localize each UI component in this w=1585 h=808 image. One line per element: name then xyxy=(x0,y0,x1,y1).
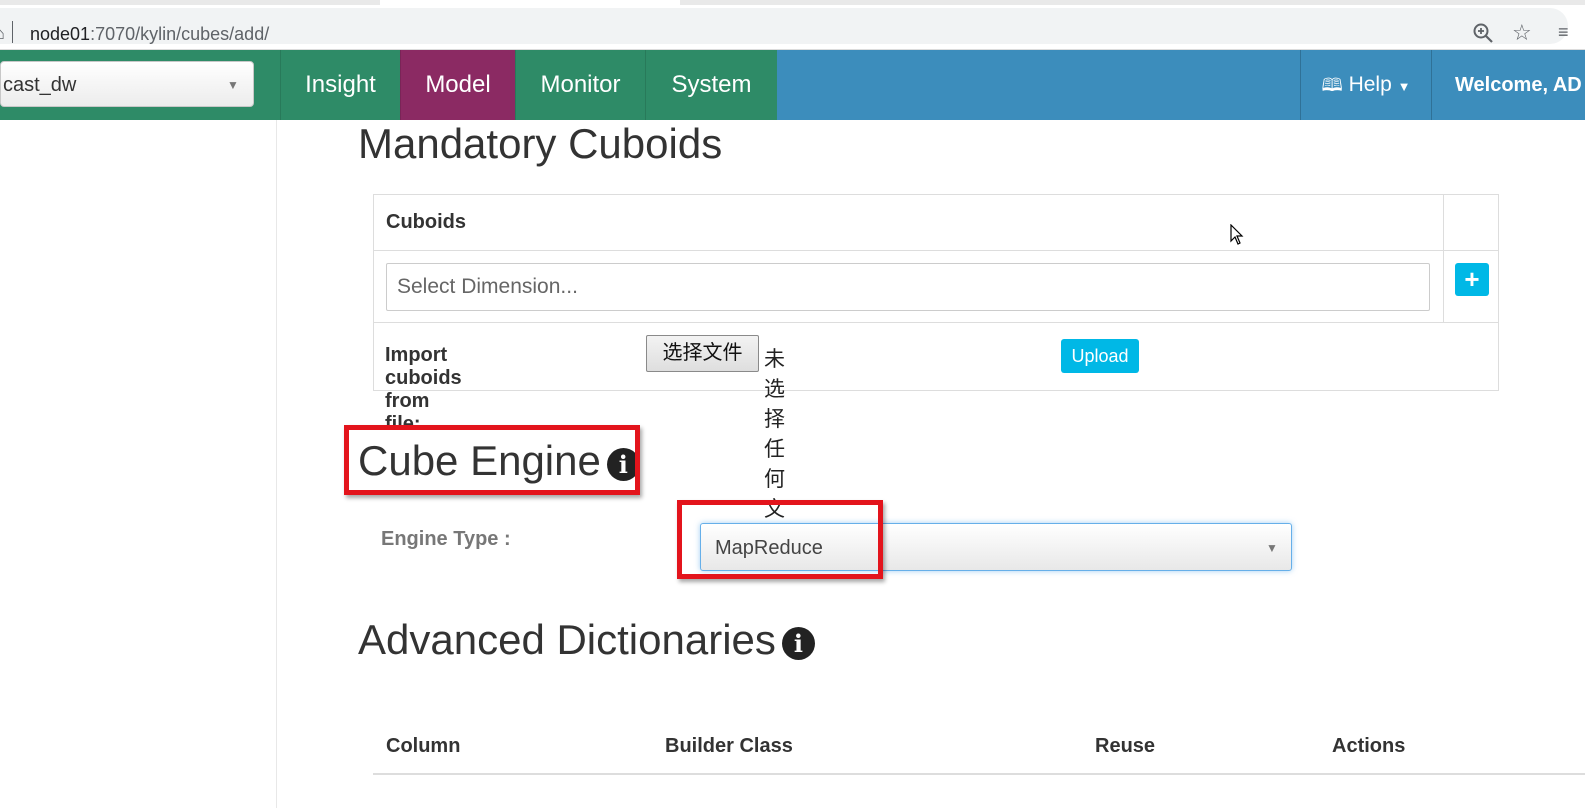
browser-bar: ⌂ node01:7070/kylin/cubes/add/ ☆ ≡ xyxy=(0,0,1585,50)
nav-insight[interactable]: Insight xyxy=(280,50,400,120)
address-bar[interactable]: ⌂ node01:7070/kylin/cubes/add/ ☆ ≡ xyxy=(0,8,1569,46)
cuboid-input-row: + xyxy=(374,251,1498,323)
browser-tab-strip xyxy=(0,0,1585,5)
advanced-dictionaries-title-text: Advanced Dictionaries xyxy=(358,616,776,663)
mandatory-cuboids-title: Mandatory Cuboids xyxy=(358,120,723,167)
chevron-down-icon: ▼ xyxy=(227,78,239,92)
plus-icon: + xyxy=(1464,264,1480,294)
mouse-cursor-icon xyxy=(1230,224,1244,245)
dictionaries-table-header: Column Builder Class Reuse Actions xyxy=(373,718,1585,775)
cuboids-column-header: Cuboids xyxy=(386,211,466,233)
address-separator xyxy=(12,21,13,43)
chevron-down-icon: ▼ xyxy=(1266,541,1278,555)
nav-model[interactable]: Model xyxy=(400,50,515,120)
help-label: Help xyxy=(1348,73,1392,96)
caret-down-icon: ▼ xyxy=(1397,79,1411,94)
add-cuboid-button[interactable]: + xyxy=(1455,263,1489,296)
project-area: cast_dw ▼ xyxy=(0,50,280,120)
cuboids-table: Cuboids + xyxy=(373,194,1499,391)
project-select[interactable]: cast_dw ▼ xyxy=(0,61,254,107)
url-text[interactable]: node01:7070/kylin/cubes/add/ xyxy=(30,24,269,45)
url-path: :7070/kylin/cubes/add/ xyxy=(90,24,270,44)
choose-file-button[interactable]: 选择文件 xyxy=(646,335,759,372)
url-host: node01 xyxy=(30,24,91,44)
upload-button[interactable]: Upload xyxy=(1061,339,1139,373)
column-header-actions: Actions xyxy=(1332,735,1406,757)
nav-monitor[interactable]: Monitor xyxy=(515,50,645,120)
advanced-dictionaries-title: Advanced Dictionaries i xyxy=(358,616,815,664)
zoom-icon[interactable] xyxy=(1472,22,1494,44)
info-icon[interactable]: i xyxy=(781,627,815,660)
select-dimension-input[interactable] xyxy=(386,263,1430,311)
column-header-column: Column xyxy=(386,735,461,757)
highlight-box-cube-engine xyxy=(344,425,640,495)
highlight-box-engine-type xyxy=(677,500,883,579)
bookmark-star-icon[interactable]: ☆ xyxy=(1512,20,1532,46)
book-icon: 🕮 xyxy=(1321,75,1343,95)
site-info-icon[interactable]: ⌂ xyxy=(0,23,5,44)
user-menu[interactable]: Welcome, AD xyxy=(1431,50,1585,120)
engine-type-label: Engine Type : xyxy=(381,528,511,550)
cuboids-header-row: Cuboids xyxy=(374,195,1498,251)
help-menu[interactable]: 🕮 Help ▼ xyxy=(1300,50,1431,120)
project-select-value: cast_dw xyxy=(3,74,77,96)
nav-system[interactable]: System xyxy=(645,50,777,120)
browser-menu-icon[interactable]: ≡ xyxy=(1558,22,1569,43)
import-cuboids-label: Import cuboids from file: xyxy=(385,344,462,435)
top-navbar: cast_dw ▼ Insight Model Monitor System 🕮… xyxy=(0,50,1585,120)
column-header-builder-class: Builder Class xyxy=(665,735,793,757)
left-sidebar xyxy=(0,120,277,808)
column-header-reuse: Reuse xyxy=(1095,735,1156,757)
